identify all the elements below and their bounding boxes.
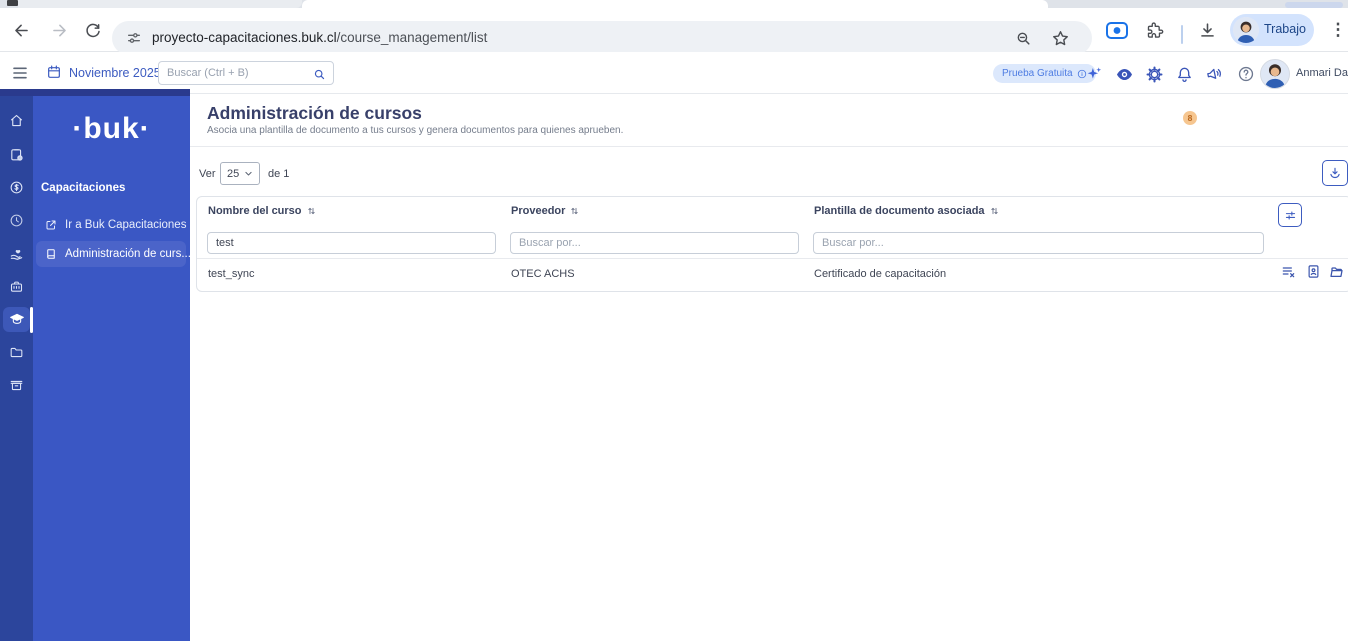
inactive-tab-fragment bbox=[18, 0, 302, 8]
cabinet-icon[interactable] bbox=[0, 372, 33, 398]
menu-hamburger-icon[interactable] bbox=[10, 64, 30, 82]
trial-badge-label: Prueba Gratuita bbox=[1002, 68, 1073, 79]
sidebar-top-strip bbox=[0, 89, 190, 96]
search-icon[interactable] bbox=[312, 67, 326, 81]
url-host: proyecto-capacitaciones.buk.cl bbox=[152, 30, 337, 45]
column-header-proveedor[interactable]: Proveedor bbox=[511, 205, 579, 217]
preview-eye-icon[interactable] bbox=[1114, 64, 1134, 84]
tab-media-icon[interactable] bbox=[1104, 19, 1130, 41]
page-count-label: de 1 bbox=[268, 168, 290, 180]
sliders-icon bbox=[1285, 210, 1295, 220]
announcement-megaphone-icon[interactable] bbox=[1204, 64, 1224, 84]
book-icon bbox=[45, 248, 57, 260]
window-corner-fragment bbox=[7, 0, 18, 6]
global-search-input[interactable] bbox=[159, 62, 299, 84]
back-icon[interactable] bbox=[10, 19, 32, 41]
cell-nombre: test_sync bbox=[208, 268, 255, 280]
home-icon[interactable] bbox=[0, 107, 33, 133]
period-label[interactable]: Noviembre 2025 bbox=[69, 66, 161, 80]
notifications-bell-icon[interactable] bbox=[1174, 64, 1194, 84]
browser-menu-icon[interactable]: ⋮ bbox=[1330, 18, 1347, 42]
page-subtitle: Asocia una plantilla de documento a tus … bbox=[207, 125, 624, 136]
notification-count-badge: 8 bbox=[1183, 111, 1197, 125]
sidebar-item-label: Ir a Buk Capacitaciones bbox=[65, 219, 187, 231]
profile-chip-label: Trabajo bbox=[1264, 22, 1306, 36]
sidebar-item-label: Administración de curs... bbox=[65, 248, 191, 260]
header-divider bbox=[190, 146, 1348, 147]
export-download-button[interactable] bbox=[1322, 160, 1348, 186]
chevron-down-icon bbox=[245, 171, 252, 176]
column-header-label: Plantilla de documento asociada bbox=[814, 205, 985, 217]
page-title: Administración de cursos bbox=[207, 103, 422, 123]
column-header-label: Proveedor bbox=[511, 205, 566, 217]
screen: proyecto-capacitaciones.buk.cl/course_ma… bbox=[0, 0, 1348, 641]
page-size-prefix-label: Ver bbox=[199, 168, 216, 180]
clock-icon[interactable] bbox=[0, 207, 33, 233]
settings-gear-icon[interactable] bbox=[1144, 64, 1164, 84]
cell-plantilla: Certificado de capacitación bbox=[814, 268, 947, 280]
filter-proveedor-input[interactable] bbox=[510, 232, 799, 254]
forward-icon[interactable] bbox=[48, 19, 70, 41]
unassign-list-icon[interactable] bbox=[1281, 264, 1297, 280]
bookmark-star-icon[interactable] bbox=[1050, 28, 1070, 48]
sidebar-section-title: Capacitaciones bbox=[41, 182, 126, 194]
column-header-nombre[interactable]: Nombre del curso bbox=[208, 205, 316, 217]
column-header-plantilla[interactable]: Plantilla de documento asociada bbox=[814, 205, 999, 217]
courses-table: Nombre del curso Proveedor Plantilla de … bbox=[196, 196, 1348, 292]
open-folder-icon[interactable] bbox=[1328, 264, 1344, 280]
url-text: proyecto-capacitaciones.buk.cl/course_ma… bbox=[152, 30, 487, 45]
filter-nombre-input[interactable] bbox=[207, 232, 496, 254]
dollar-circle-icon[interactable] bbox=[0, 174, 33, 200]
graduation-cap-icon[interactable] bbox=[0, 306, 33, 332]
reload-icon[interactable] bbox=[82, 19, 104, 41]
active-tab-fragment[interactable] bbox=[302, 0, 1048, 8]
url-path: /course_management/list bbox=[336, 30, 488, 45]
column-header-label: Nombre del curso bbox=[208, 205, 302, 217]
help-icon[interactable] bbox=[1236, 64, 1256, 84]
table-row-divider bbox=[197, 258, 1348, 259]
user-avatar[interactable] bbox=[1260, 59, 1290, 89]
toolbar-separator bbox=[1181, 25, 1183, 44]
ai-sparkle-icon[interactable] bbox=[1084, 64, 1104, 84]
sidebar-panel bbox=[33, 96, 190, 641]
filter-plantilla-input[interactable] bbox=[813, 232, 1264, 254]
sidebar-item-administracion-de-cursos[interactable]: Administración de curs... bbox=[36, 241, 191, 267]
sidebar-item-ir-a-buk-capacitaciones[interactable]: Ir a Buk Capacitaciones bbox=[36, 212, 186, 238]
user-name-label[interactable]: Anmari Da... bbox=[1296, 67, 1348, 79]
url-bar[interactable]: proyecto-capacitaciones.buk.cl/course_ma… bbox=[112, 21, 1092, 55]
sort-icon bbox=[571, 207, 579, 215]
external-link-icon bbox=[45, 219, 57, 231]
extensions-puzzle-icon[interactable] bbox=[1144, 19, 1166, 41]
page-size-select[interactable]: 25 bbox=[220, 162, 260, 185]
certificate-document-icon[interactable] bbox=[1306, 264, 1321, 279]
zoom-out-icon[interactable] bbox=[1014, 29, 1032, 47]
cell-proveedor: OTEC ACHS bbox=[511, 268, 575, 280]
calendar-icon[interactable] bbox=[45, 63, 63, 81]
site-info-icon[interactable] bbox=[126, 30, 142, 46]
downloads-icon[interactable] bbox=[1196, 19, 1218, 41]
profile-avatar bbox=[1233, 17, 1259, 43]
briefcase-icon[interactable] bbox=[0, 273, 33, 299]
clipboard-gear-icon[interactable] bbox=[0, 141, 33, 167]
sort-icon bbox=[307, 207, 315, 215]
page-size-value: 25 bbox=[227, 167, 240, 180]
browser-toolbar: proyecto-capacitaciones.buk.cl/course_ma… bbox=[0, 8, 1348, 55]
browser-tab-strip bbox=[0, 0, 1348, 8]
app-topbar: Noviembre 2025 Prueba Gratuita 8 bbox=[0, 52, 1348, 125]
buk-logo: ·buk· bbox=[72, 112, 151, 145]
hand-heart-icon[interactable] bbox=[0, 240, 33, 266]
download-icon bbox=[1330, 167, 1340, 179]
trial-badge[interactable]: Prueba Gratuita bbox=[993, 64, 1096, 83]
column-settings-button[interactable] bbox=[1278, 203, 1302, 227]
sidebar-icon-rail bbox=[0, 96, 33, 641]
folder-icon[interactable] bbox=[0, 339, 33, 365]
profile-chip[interactable]: Trabajo bbox=[1230, 14, 1314, 46]
global-search bbox=[158, 61, 334, 85]
sort-icon bbox=[990, 207, 998, 215]
